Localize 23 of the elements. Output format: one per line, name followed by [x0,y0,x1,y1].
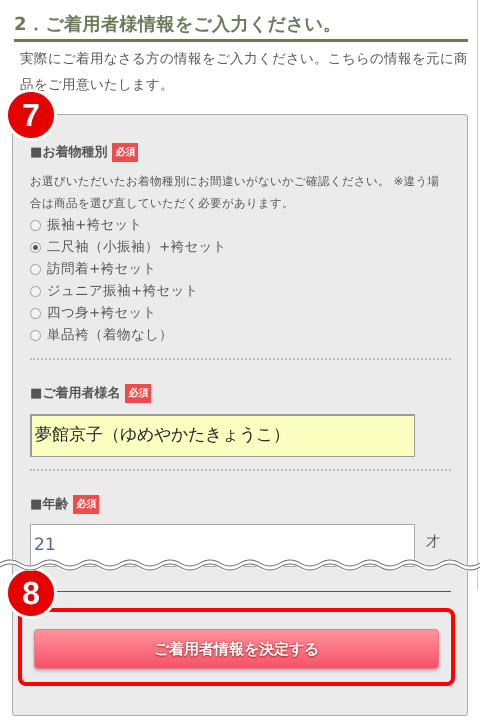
required-tag: 必須 [73,494,100,514]
field-label: ■ご着用者様名 [30,384,120,404]
radio-button[interactable] [30,220,41,231]
option-label[interactable]: 単品袴（着物なし） [47,324,173,346]
field-label: ■年齢 [30,496,68,514]
required-tag: 必須 [112,142,138,162]
required-tag: 必須 [125,384,152,404]
field-note: お選びいただいたお着物種別にお間違いがないかご確認ください。 ※違う場合は商品を選び直していただく必要があります。 [30,173,440,212]
option-label[interactable]: 四つ身+袴セット [47,302,156,324]
name-input-field[interactable]: 夢館京子（ゆめやかたきょうこ） [30,414,415,457]
step-number-badge: 8 [5,566,57,619]
section-title: 2．ご着用者様情報をご入力ください。 [14,14,468,42]
option-label[interactable]: 振袖+袴セット [47,214,142,236]
field-label: ■お着物種別 [30,144,108,162]
unit-label: 才 [426,533,440,552]
radio-button[interactable] [30,330,41,341]
radio-button[interactable] [30,308,41,319]
radio-button[interactable] [30,286,41,297]
option-label[interactable]: 二尺袖（小振袖）+袴セット [47,236,226,258]
radio-button[interactable] [30,264,41,275]
option-label[interactable]: 訪問着+袴セット [47,258,156,280]
option-label[interactable]: ジュニア振袖+袴セット [47,280,198,302]
radio-button[interactable] [30,242,41,253]
